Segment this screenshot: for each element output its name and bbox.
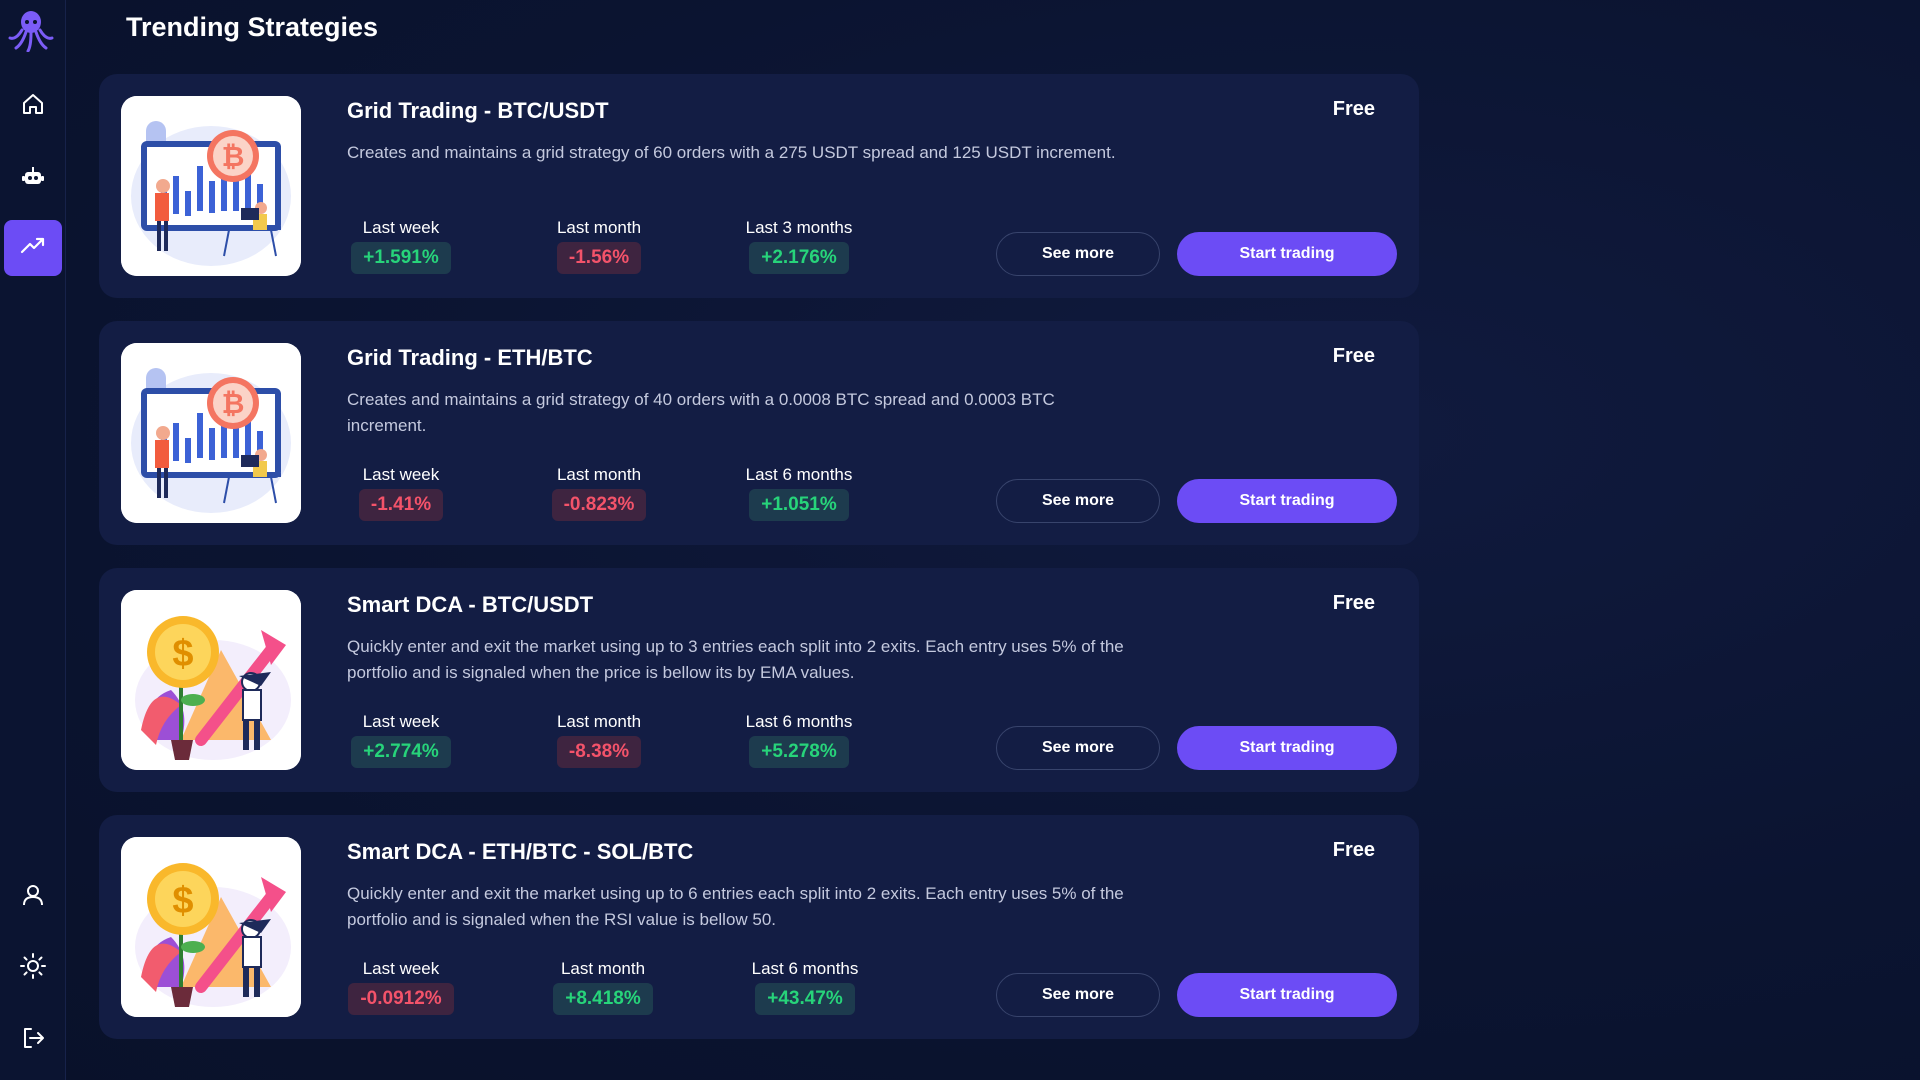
stat-last-week: Last week -0.0912% bbox=[321, 959, 481, 1015]
logout-icon bbox=[19, 1024, 47, 1057]
strategy-card: Smart DCA - ETH/BTC - SOL/BTC Quickly en… bbox=[99, 815, 1419, 1039]
strategy-card: Smart DCA - BTC/USDT Quickly enter and e… bbox=[99, 568, 1419, 792]
stat-value: -1.41% bbox=[358, 489, 444, 521]
strategy-card: Grid Trading - BTC/USDT Creates and main… bbox=[99, 74, 1419, 298]
octopus-logo-icon[interactable] bbox=[8, 6, 54, 53]
stat-label: Last 3 months bbox=[745, 218, 853, 237]
stat-value: -0.0912% bbox=[348, 983, 454, 1015]
stat-value: -1.56% bbox=[556, 242, 642, 274]
home-icon bbox=[19, 90, 47, 123]
stat-label: Last week bbox=[362, 959, 440, 978]
stat-label: Last month bbox=[560, 959, 646, 978]
stat-last-week: Last week -1.41% bbox=[321, 465, 481, 521]
price-label: Free bbox=[1332, 839, 1375, 861]
stat-value: +1.051% bbox=[749, 489, 849, 521]
stat-last-months: Last 3 months +2.176% bbox=[719, 218, 879, 274]
stat-label: Last month bbox=[556, 218, 642, 237]
user-icon bbox=[19, 881, 47, 914]
stat-label: Last week bbox=[362, 218, 440, 237]
stat-label: Last 6 months bbox=[751, 959, 859, 978]
stat-label: Last 6 months bbox=[745, 712, 853, 731]
stat-label: Last month bbox=[556, 465, 642, 484]
stat-last-months: Last 6 months +43.47% bbox=[725, 959, 885, 1015]
sidebar-item-profile[interactable] bbox=[4, 869, 62, 925]
sidebar-item-theme[interactable] bbox=[4, 940, 62, 996]
strategy-description: Creates and maintains a grid strategy of… bbox=[347, 390, 1055, 435]
stat-value: +2.774% bbox=[351, 736, 451, 768]
price-label: Free bbox=[1332, 98, 1375, 120]
stat-value: -8.38% bbox=[556, 736, 642, 768]
start-trading-button[interactable]: Start trading bbox=[1177, 232, 1397, 276]
see-more-button[interactable]: See more bbox=[996, 726, 1160, 770]
start-trading-button[interactable]: Start trading bbox=[1177, 973, 1397, 1017]
see-more-button[interactable]: See more bbox=[996, 973, 1160, 1017]
strategy-card: Grid Trading - ETH/BTC Creates and maint… bbox=[99, 321, 1419, 545]
stat-last-week: Last week +2.774% bbox=[321, 712, 481, 768]
stat-label: Last week bbox=[362, 712, 440, 731]
sidebar-item-home[interactable] bbox=[4, 78, 62, 134]
strategy-title: Smart DCA - ETH/BTC - SOL/BTC bbox=[347, 839, 694, 864]
stat-value: +5.278% bbox=[749, 736, 849, 768]
price-label: Free bbox=[1332, 345, 1375, 367]
bitcoin-chart-illustration bbox=[121, 343, 301, 523]
sidebar-item-strategies[interactable] bbox=[4, 220, 62, 276]
strategy-title: Grid Trading - ETH/BTC bbox=[347, 345, 593, 370]
stat-value: +43.47% bbox=[755, 983, 855, 1015]
see-more-button[interactable]: See more bbox=[996, 479, 1160, 523]
stat-value: +8.418% bbox=[553, 983, 653, 1015]
stat-last-week: Last week +1.591% bbox=[321, 218, 481, 274]
sidebar bbox=[0, 0, 66, 1080]
sidebar-item-bots[interactable] bbox=[4, 150, 62, 206]
page-title: Trending Strategies bbox=[126, 12, 379, 42]
start-trading-button[interactable]: Start trading bbox=[1177, 479, 1397, 523]
strategy-title: Grid Trading - BTC/USDT bbox=[347, 98, 609, 123]
stat-label: Last week bbox=[362, 465, 440, 484]
stat-last-months: Last 6 months +1.051% bbox=[719, 465, 879, 521]
bitcoin-chart-illustration bbox=[121, 96, 301, 276]
stat-value: +2.176% bbox=[749, 242, 849, 274]
strategy-description: Quickly enter and exit the market using … bbox=[347, 884, 1124, 929]
strategy-title: Smart DCA - BTC/USDT bbox=[347, 592, 594, 617]
stat-last-months: Last 6 months +5.278% bbox=[719, 712, 879, 768]
stat-last-month: Last month -1.56% bbox=[519, 218, 679, 274]
strategy-description: Creates and maintains a grid strategy of… bbox=[347, 143, 1116, 162]
see-more-button[interactable]: See more bbox=[996, 232, 1160, 276]
sun-icon bbox=[19, 952, 47, 985]
stat-label: Last month bbox=[556, 712, 642, 731]
stat-value: -0.823% bbox=[551, 489, 647, 521]
stat-label: Last 6 months bbox=[745, 465, 853, 484]
stat-value: +1.591% bbox=[351, 242, 451, 274]
stat-last-month: Last month -0.823% bbox=[519, 465, 679, 521]
start-trading-button[interactable]: Start trading bbox=[1177, 726, 1397, 770]
stat-last-month: Last month +8.418% bbox=[523, 959, 683, 1015]
strategy-description: Quickly enter and exit the market using … bbox=[347, 637, 1124, 682]
trending-up-icon bbox=[19, 232, 47, 265]
sidebar-item-logout[interactable] bbox=[4, 1012, 62, 1068]
dollar-growth-illustration bbox=[121, 590, 301, 770]
stat-last-month: Last month -8.38% bbox=[519, 712, 679, 768]
price-label: Free bbox=[1332, 592, 1375, 614]
dollar-growth-illustration bbox=[121, 837, 301, 1017]
robot-icon bbox=[19, 162, 47, 195]
